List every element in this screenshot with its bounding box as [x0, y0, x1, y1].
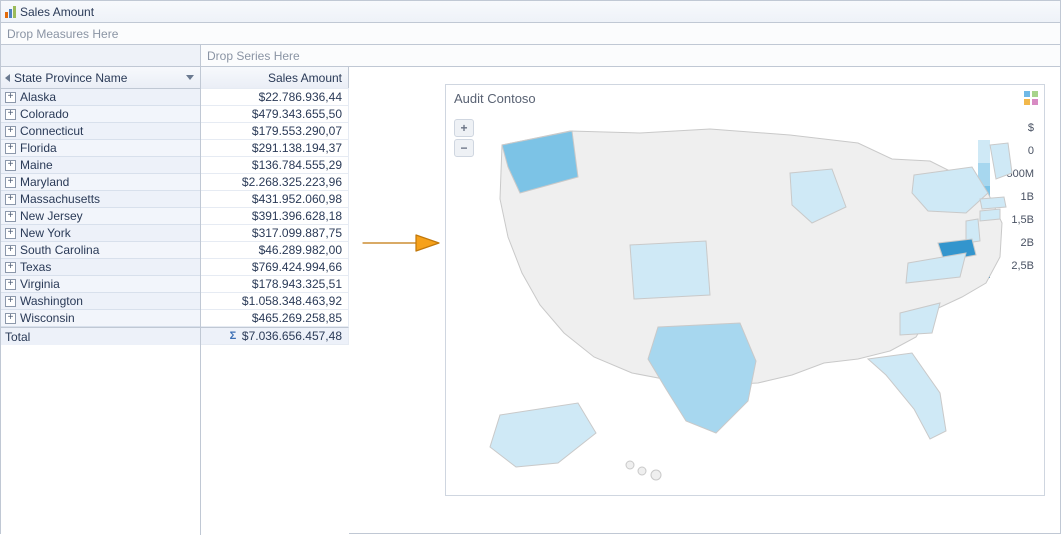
- expand-icon[interactable]: +: [5, 177, 16, 188]
- value-cell: $769.424.994,66: [201, 258, 349, 276]
- chart-icon: [5, 6, 16, 18]
- total-value-cell: Σ$7.036.656.457,48: [201, 327, 349, 345]
- drop-series-zone[interactable]: Drop Series Here: [201, 45, 1060, 67]
- value-cell: $479.343.655,50: [201, 105, 349, 123]
- drop-measures-zone[interactable]: Drop Measures Here: [1, 23, 1060, 45]
- row-label: Alaska: [20, 90, 56, 104]
- table-row[interactable]: + Connecticut: [1, 122, 200, 140]
- value-cell: $317.099.887,75: [201, 224, 349, 242]
- collapse-icon: [5, 74, 10, 82]
- row-label: Washington: [20, 294, 83, 308]
- expand-icon[interactable]: +: [5, 279, 16, 290]
- expand-icon[interactable]: +: [5, 126, 16, 137]
- value-cell: $1.058.348.463,92: [201, 292, 349, 310]
- row-label: Virginia: [20, 277, 60, 291]
- expand-icon[interactable]: +: [5, 194, 16, 205]
- row-header-button[interactable]: State Province Name: [1, 67, 200, 89]
- us-map[interactable]: [460, 115, 1030, 489]
- total-row: Total: [1, 327, 200, 345]
- expand-icon[interactable]: +: [5, 313, 16, 324]
- corner-spacer: [1, 45, 200, 67]
- value-cell: $46.289.982,00: [201, 241, 349, 259]
- value-cell: $179.553.290,07: [201, 122, 349, 140]
- row-label: Texas: [20, 260, 51, 274]
- row-list: + Alaska + Colorado + Connecticut + Florida + Mai…: [1, 89, 200, 535]
- table-row[interactable]: + Colorado: [1, 105, 200, 123]
- table-row[interactable]: + Maryland: [1, 173, 200, 191]
- chart-type-icon[interactable]: [1024, 91, 1038, 105]
- expand-icon[interactable]: +: [5, 262, 16, 273]
- value-cell: $178.943.325,51: [201, 275, 349, 293]
- row-axis-panel: State Province Name + Alaska + Colorado + Con…: [1, 45, 201, 535]
- row-header-label: State Province Name: [14, 71, 127, 85]
- table-row[interactable]: + Washington: [1, 292, 200, 310]
- row-label: Wisconsin: [20, 311, 75, 325]
- map-title: Audit Contoso: [446, 85, 1044, 108]
- table-row[interactable]: + Alaska: [1, 89, 200, 106]
- drop-measures-label: Drop Measures Here: [7, 27, 118, 41]
- window-title: Sales Amount: [20, 5, 94, 19]
- window-titlebar: Sales Amount: [1, 1, 1060, 23]
- table-row[interactable]: + South Carolina: [1, 241, 200, 259]
- expand-icon[interactable]: +: [5, 143, 16, 154]
- table-row[interactable]: + Maine: [1, 156, 200, 174]
- expand-icon[interactable]: +: [5, 109, 16, 120]
- table-row[interactable]: + Massachusetts: [1, 190, 200, 208]
- sigma-icon: Σ: [228, 331, 238, 341]
- table-row[interactable]: + Florida: [1, 139, 200, 157]
- row-label: Connecticut: [20, 124, 83, 138]
- drop-series-label: Drop Series Here: [207, 49, 300, 63]
- row-label: Maryland: [20, 175, 69, 189]
- row-label: Colorado: [20, 107, 69, 121]
- map-panel: Audit Contoso + −: [445, 84, 1045, 496]
- table-row[interactable]: + Virginia: [1, 275, 200, 293]
- expand-icon[interactable]: +: [5, 160, 16, 171]
- expand-icon[interactable]: +: [5, 296, 16, 307]
- value-cell: $431.952.060,98: [201, 190, 349, 208]
- row-label: New York: [20, 226, 71, 240]
- value-column: Sales Amount $22.786.936,44$479.343.655,…: [201, 67, 349, 535]
- row-label: New Jersey: [20, 209, 83, 223]
- table-row[interactable]: + New Jersey: [1, 207, 200, 225]
- value-header[interactable]: Sales Amount: [201, 67, 349, 89]
- table-row[interactable]: + Wisconsin: [1, 309, 200, 327]
- table-row[interactable]: + Texas: [1, 258, 200, 276]
- chevron-down-icon: [186, 75, 194, 80]
- row-label: Maine: [20, 158, 53, 172]
- row-label: Florida: [20, 141, 57, 155]
- value-cell: $136.784.555,29: [201, 156, 349, 174]
- expand-icon[interactable]: +: [5, 211, 16, 222]
- expand-icon[interactable]: +: [5, 228, 16, 239]
- value-cell: $391.396.628,18: [201, 207, 349, 225]
- value-header-label: Sales Amount: [268, 71, 342, 85]
- value-cell: $2.268.325.223,96: [201, 173, 349, 191]
- value-cell: $22.786.936,44: [201, 88, 349, 106]
- value-cell: $291.138.194,37: [201, 139, 349, 157]
- row-label: South Carolina: [20, 243, 99, 257]
- expand-icon[interactable]: +: [5, 245, 16, 256]
- value-cell: $465.269.258,85: [201, 309, 349, 327]
- table-row[interactable]: + New York: [1, 224, 200, 242]
- row-label: Massachusetts: [20, 192, 100, 206]
- expand-icon[interactable]: +: [5, 92, 16, 103]
